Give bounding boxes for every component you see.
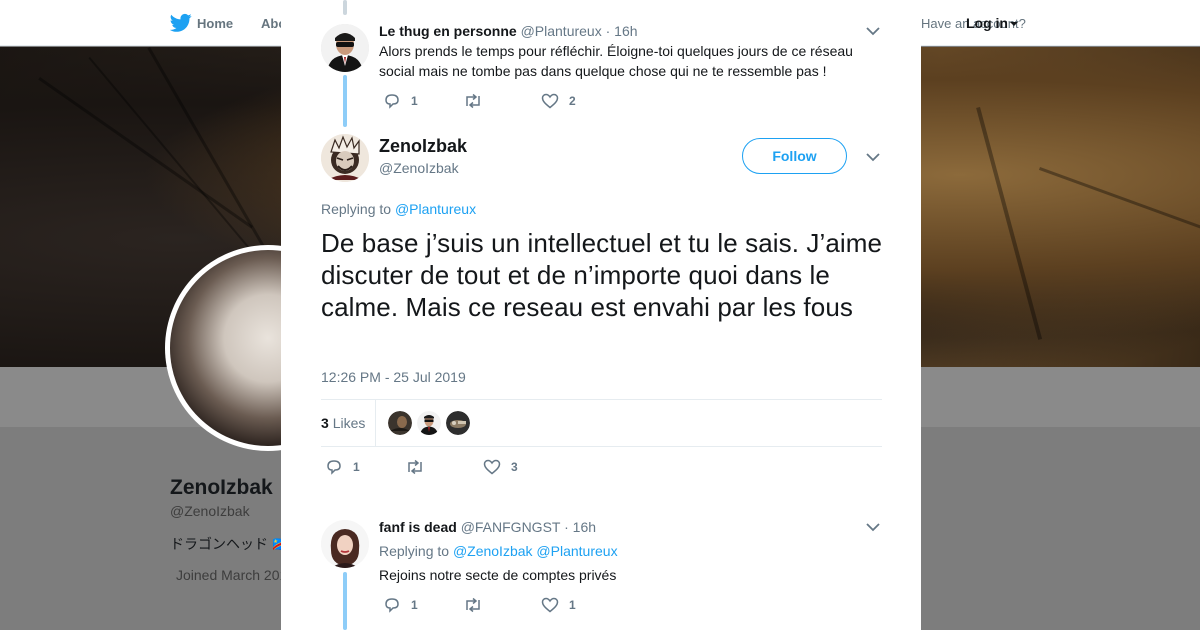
divider (375, 400, 376, 446)
reply-count: 1 (353, 460, 360, 474)
reply-count: 1 (411, 598, 418, 612)
replying-to: Replying to @Plantureux (321, 201, 476, 217)
reply-button[interactable]: 1 (383, 93, 463, 109)
tweet-text: Rejoins notre secte de comptes privés (379, 567, 617, 583)
replying-to: Replying to @ZenoIzbak @Plantureux (379, 543, 618, 559)
retweet-button[interactable] (405, 459, 483, 475)
close-icon[interactable] (1152, 10, 1180, 38)
liker-avatar[interactable] (417, 411, 441, 435)
author-handle[interactable]: @ZenoIzbak (379, 160, 459, 176)
login-dropdown[interactable]: Log in (966, 15, 1018, 31)
retweet-icon (466, 93, 480, 109)
reply-button[interactable]: 1 (383, 597, 463, 613)
tweet-text: Alors prends le temps pour réfléchir. Él… (379, 43, 853, 79)
reply-count: 1 (411, 94, 418, 108)
tweet-header: fanf is dead @FANFGNGST · 16h (379, 519, 596, 535)
like-button[interactable]: 2 (541, 93, 576, 109)
like-count: 3 (511, 460, 518, 474)
avatar[interactable] (321, 24, 369, 72)
follow-button[interactable]: Follow (742, 138, 847, 174)
tweet-stats: 3 Likes (321, 399, 882, 447)
like-count: 1 (569, 598, 576, 612)
tweet-actions: 1 1 (383, 597, 576, 613)
mention-link[interactable]: @Plantureux (395, 201, 476, 217)
avatar[interactable] (321, 134, 369, 182)
profile-name: ZenoIzbak (170, 476, 273, 499)
author-name[interactable]: fanf is dead (379, 519, 457, 535)
mention-link[interactable]: @Plantureux (536, 543, 617, 559)
like-count: 2 (569, 94, 576, 108)
profile-joined: Joined March 2015 (170, 567, 282, 583)
likes-stat-label: Likes (332, 415, 366, 431)
author-handle[interactable]: @FANFGNGST (461, 519, 561, 535)
author-name[interactable]: Le thug en personne (379, 23, 517, 39)
twitter-bird-icon[interactable] (170, 13, 192, 33)
mention-link[interactable]: @ZenoIzbak (453, 543, 533, 559)
liker-avatar[interactable] (446, 411, 470, 435)
chevron-down-icon[interactable] (865, 521, 881, 533)
nav-home-link[interactable]: Home (197, 16, 233, 31)
joined-text: Joined March 2015 (176, 567, 282, 583)
caret-down-icon (1010, 22, 1018, 27)
nav-about-link[interactable]: About (261, 16, 281, 31)
like-button[interactable]: 3 (483, 459, 518, 475)
tweet-actions: 1 3 (325, 459, 518, 475)
profile-bio: ドラゴンヘッド 🇨🇩 (170, 536, 282, 552)
login-label: Log in (966, 15, 1008, 31)
avatar[interactable] (321, 520, 369, 568)
tweet-timestamp[interactable]: 12:26 PM - 25 Jul 2019 (321, 369, 466, 385)
reply-button[interactable]: 1 (325, 459, 405, 475)
retweet-button[interactable] (463, 597, 541, 613)
replying-to-label: Replying to (379, 543, 450, 559)
replying-to-label: Replying to (321, 201, 392, 217)
thread-line (343, 75, 347, 127)
reply-icon (385, 94, 399, 109)
likes-stat-count: 3 (321, 415, 329, 431)
author-handle[interactable]: @Plantureux (521, 23, 602, 39)
likes-stat[interactable]: 3 Likes (321, 415, 365, 431)
tweet-text: De base j’suis un intellectuel et tu le … (321, 228, 883, 322)
retweet-button[interactable] (463, 93, 541, 109)
thread-line (343, 0, 347, 15)
author-name[interactable]: ZenoIzbak (379, 136, 467, 157)
reply-icon (327, 460, 341, 475)
heart-icon (541, 597, 559, 613)
retweet-icon (466, 597, 480, 613)
retweet-icon (408, 459, 422, 475)
liker-avatar[interactable] (388, 411, 412, 435)
heart-icon (483, 459, 501, 475)
heart-icon (541, 93, 559, 109)
profile-handle: @ZenoIzbak (170, 503, 250, 519)
tweet-header: Le thug en personne @Plantureux · 16h (379, 23, 638, 39)
tweet-permalink-modal: Le thug en personne @Plantureux · 16h Al… (281, 0, 921, 630)
chevron-down-icon[interactable] (865, 151, 881, 163)
reply-icon (385, 598, 399, 613)
tweet-actions: 1 2 (383, 93, 576, 109)
tweet-time[interactable]: · 16h (564, 519, 596, 535)
thread-line (343, 572, 347, 630)
like-button[interactable]: 1 (541, 597, 576, 613)
tweet-time[interactable]: · 16h (606, 23, 638, 39)
chevron-down-icon[interactable] (865, 25, 881, 37)
